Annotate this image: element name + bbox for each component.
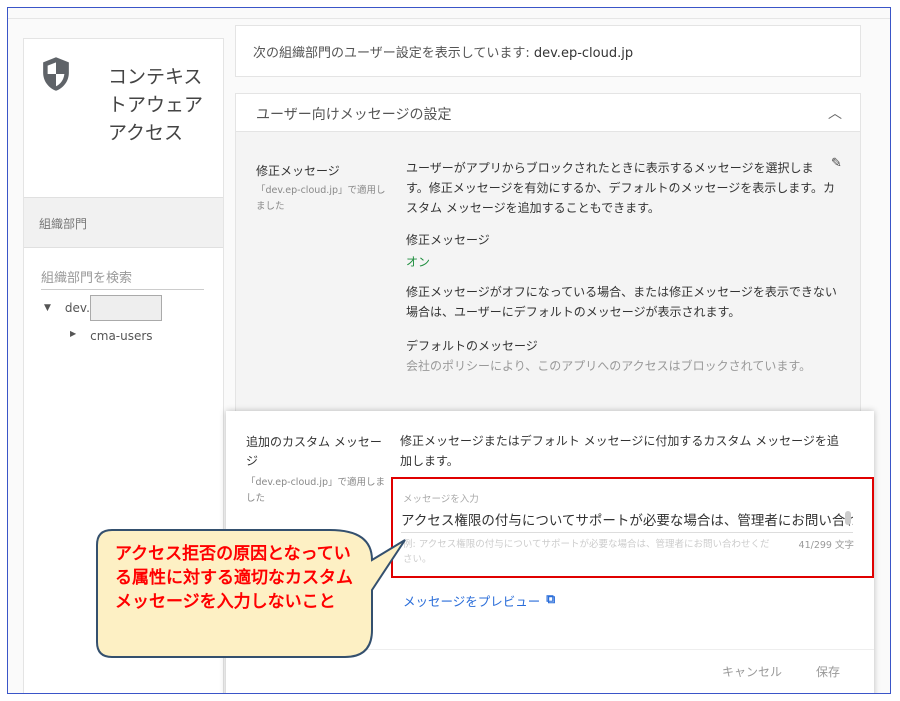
- callout-text: アクセス拒否の原因となっている属性に対する適切なカスタムメッセージを入力しないこ…: [115, 544, 353, 612]
